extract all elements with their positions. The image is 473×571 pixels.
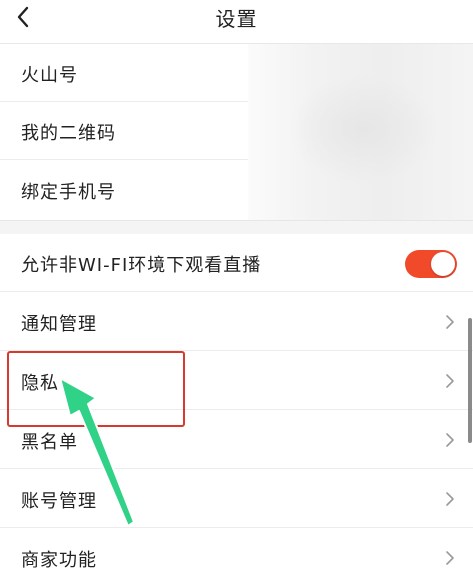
chevron-right-icon bbox=[446, 315, 454, 329]
account-item-bind-phone[interactable]: 绑定手机号 bbox=[0, 161, 248, 219]
account-item-qr-code[interactable]: 我的二维码 bbox=[0, 102, 248, 160]
account-item-label: 我的二维码 bbox=[21, 123, 116, 144]
divider bbox=[0, 159, 248, 160]
wifi-live-setting-label: 允许非WI-FI环境下观看直播 bbox=[21, 255, 262, 276]
top-bar: 设置 bbox=[0, 0, 473, 44]
settings-screen: 设置 火山号 我的二维码 绑定手机号 允许非WI-FI环境下观看直播 通知管理 bbox=[0, 0, 473, 571]
settings-item-merchant[interactable]: 商家功能 bbox=[0, 529, 473, 571]
page-title: 设置 bbox=[215, 7, 258, 31]
account-item-label: 绑定手机号 bbox=[21, 182, 116, 203]
blurred-area bbox=[248, 44, 473, 220]
chevron-right-icon bbox=[446, 374, 454, 388]
account-item-volcano-id[interactable]: 火山号 bbox=[0, 44, 248, 102]
settings-item-account-management[interactable]: 账号管理 bbox=[0, 470, 473, 528]
account-item-label: 火山号 bbox=[21, 65, 78, 86]
account-section: 火山号 我的二维码 绑定手机号 bbox=[0, 44, 473, 220]
chevron-right-icon bbox=[446, 433, 454, 447]
wifi-live-toggle[interactable] bbox=[405, 250, 457, 278]
divider bbox=[0, 527, 473, 528]
annotation-highlight-box bbox=[7, 351, 185, 427]
toggle-knob bbox=[431, 252, 455, 276]
chevron-right-icon bbox=[446, 551, 454, 565]
divider bbox=[0, 291, 473, 292]
scrollbar[interactable] bbox=[468, 318, 472, 443]
divider bbox=[0, 468, 473, 469]
settings-item-label: 通知管理 bbox=[21, 314, 97, 335]
settings-item-label: 商家功能 bbox=[21, 550, 97, 571]
settings-item-label: 账号管理 bbox=[21, 491, 97, 512]
settings-item-label: 黑名单 bbox=[21, 432, 78, 453]
settings-item-notifications[interactable]: 通知管理 bbox=[0, 293, 473, 351]
wifi-live-setting-row: 允许非WI-FI环境下观看直播 bbox=[0, 234, 473, 292]
chevron-right-icon bbox=[446, 492, 454, 506]
